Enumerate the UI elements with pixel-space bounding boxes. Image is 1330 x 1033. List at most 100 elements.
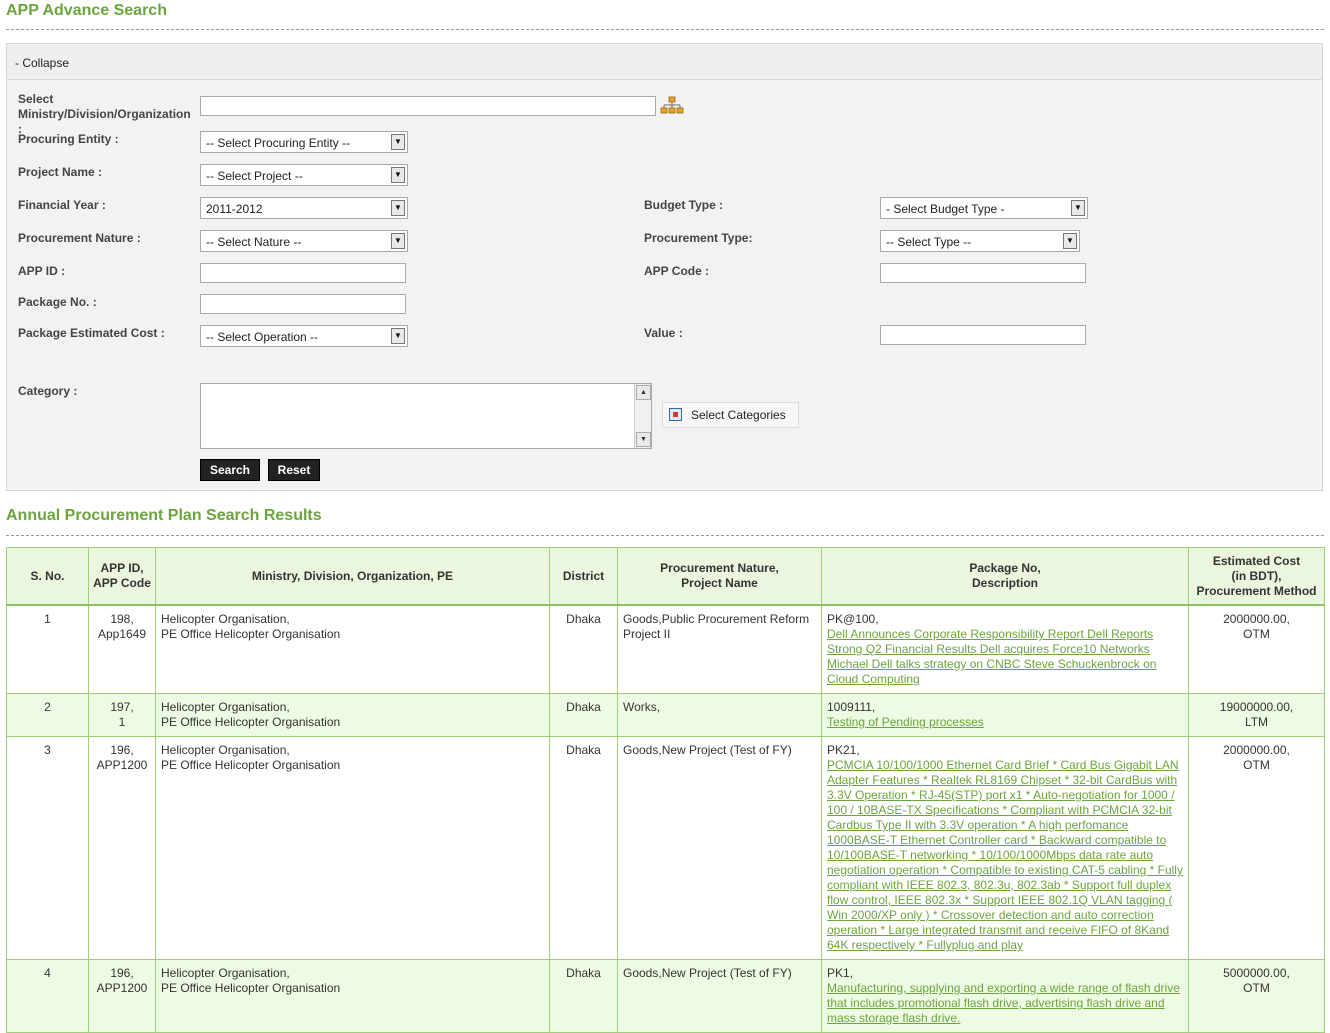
cell-package: 1009111, Testing of Pending processes [821,693,1189,737]
procurement-nature-select[interactable]: -- Select Nature -- ▼ [200,230,408,252]
organization-tree-icon[interactable] [660,96,684,116]
cell-app: 198, App1649 [88,604,156,694]
cell-org: Helicopter Organisation, PE Office Helic… [155,959,550,1033]
cell-cost: 5000000.00, OTM [1188,959,1325,1033]
package-description-link[interactable]: PCMCIA 10/100/1000 Ethernet Card Brief *… [827,758,1183,953]
ministry-input[interactable] [200,96,656,116]
reset-button[interactable]: Reset [268,459,320,481]
cell-district: Dhaka [549,693,618,737]
package-description-link[interactable]: Testing of Pending processes [827,715,1183,730]
collapse-toggle[interactable]: - Collapse [7,44,1322,80]
chevron-down-icon[interactable]: ▼ [391,167,405,183]
column-header-cost-text: Estimated Cost (in BDT), Procurement Met… [1196,553,1317,598]
procuring-entity-label: Procuring Entity : [18,132,119,146]
table-row: 3 196, APP1200 Helicopter Organisation, … [6,736,1325,960]
cell-app: 196, APP1200 [88,736,156,960]
cell-nature: Goods,Public Procurement Reform Project … [617,604,822,694]
ministry-label: Select Ministry/Division/Organization : [18,92,191,136]
cell-district: Dhaka [549,959,618,1033]
package-no: 1009111, [827,700,876,714]
package-no-input[interactable] [200,294,406,314]
procurement-type-select[interactable]: -- Select Type -- ▼ [880,230,1080,252]
budget-type-label: Budget Type : [644,198,724,212]
project-value: -- Select Project -- [206,169,303,183]
table-row: 1 198, App1649 Helicopter Organisation, … [6,604,1325,694]
package-no-label: Package No. : [18,295,97,309]
financial-year-label: Financial Year : [18,198,106,212]
column-header-district[interactable]: District [549,547,618,606]
cell-sno: 3 [6,736,89,960]
package-no: PK21, [827,743,860,757]
cell-nature: Goods,New Project (Test of FY) [617,959,822,1033]
column-header-nature[interactable]: Procurement Nature, Project Name [617,547,822,606]
cell-cost: 2000000.00, OTM [1188,604,1325,694]
table-header-row: S. No. APP ID, APP Code Ministry, Divisi… [6,547,1325,606]
cell-sno: 1 [6,604,89,694]
category-icon [669,408,682,421]
chevron-down-icon[interactable]: ▼ [391,233,405,249]
chevron-down-icon[interactable]: ▼ [391,328,405,344]
cell-district: Dhaka [549,736,618,960]
project-name-label: Project Name : [18,165,103,179]
column-header-package-text: Package No, Description [969,561,1041,590]
procuring-entity-select[interactable]: -- Select Procuring Entity -- ▼ [200,131,408,153]
package-description-link[interactable]: Manufacturing, supplying and exporting a… [827,981,1183,1026]
title-divider [6,29,1324,30]
cell-package: PK@100, Dell Announces Corporate Respons… [821,604,1189,694]
procurement-nature-value: -- Select Nature -- [206,235,302,249]
chevron-down-icon[interactable]: ▼ [1071,200,1085,216]
cell-org: Helicopter Organisation, PE Office Helic… [155,693,550,737]
column-header-nature-text: Procurement Nature, Project Name [660,561,779,590]
cell-sno: 4 [6,959,89,1033]
procurement-type-value: -- Select Type -- [886,235,972,249]
budget-type-select[interactable]: - Select Budget Type - ▼ [880,197,1088,219]
column-header-org[interactable]: Ministry, Division, Organization, PE [155,547,550,606]
cell-app: 196, APP1200 [88,959,156,1033]
category-scrollbar[interactable]: ▲ ▼ [634,384,651,448]
column-header-package[interactable]: Package No, Description [821,547,1189,606]
cell-package: PK1, Manufacturing, supplying and export… [821,959,1189,1033]
cell-sno: 2 [6,693,89,737]
chevron-down-icon[interactable]: ▼ [391,200,405,216]
financial-year-value: 2011-2012 [206,202,263,216]
budget-type-value: - Select Budget Type - [886,202,1005,216]
chevron-down-icon[interactable]: ▼ [1063,233,1077,249]
table-row: 2 197, 1 Helicopter Organisation, PE Off… [6,693,1325,737]
results-divider [6,535,1324,536]
cell-cost: 2000000.00, OTM [1188,736,1325,960]
app-id-input[interactable] [200,263,406,283]
scroll-up-icon[interactable]: ▲ [636,385,651,400]
project-select[interactable]: -- Select Project -- ▼ [200,164,408,186]
select-categories-button[interactable]: Select Categories [662,402,799,428]
chevron-down-icon[interactable]: ▼ [391,134,405,150]
package-no: PK@100, [827,612,879,626]
cell-org: Helicopter Organisation, PE Office Helic… [155,604,550,694]
cell-app: 197, 1 [88,693,156,737]
value-label: Value : [644,326,683,340]
package-cost-label: Package Estimated Cost : [18,326,165,340]
cell-org: Helicopter Organisation, PE Office Helic… [155,736,550,960]
financial-year-select[interactable]: 2011-2012 ▼ [200,197,408,219]
cell-nature: Goods,New Project (Test of FY) [617,736,822,960]
package-description-link[interactable]: Dell Announces Corporate Responsibility … [827,627,1183,687]
category-label: Category : [18,384,78,398]
scroll-down-icon[interactable]: ▼ [636,432,651,447]
column-header-cost[interactable]: Estimated Cost (in BDT), Procurement Met… [1188,547,1325,606]
column-header-app[interactable]: APP ID, APP Code [88,547,156,606]
package-cost-select[interactable]: -- Select Operation -- ▼ [200,325,408,347]
app-code-label: APP Code : [644,264,710,278]
procurement-nature-label: Procurement Nature : [18,231,141,245]
results-table: S. No. APP ID, APP Code Ministry, Divisi… [6,547,1325,1033]
value-input[interactable] [880,325,1086,345]
cell-cost: 19000000.00, LTM [1188,693,1325,737]
column-header-sno[interactable]: S. No. [6,547,89,606]
app-code-input[interactable] [880,263,1086,283]
search-panel: - Collapse Select Ministry/Division/Orga… [6,43,1323,491]
select-categories-label: Select Categories [691,408,786,422]
category-textarea[interactable]: ▲ ▼ [200,383,652,449]
package-cost-value: -- Select Operation -- [206,330,319,344]
cell-package: PK21, PCMCIA 10/100/1000 Ethernet Card B… [821,736,1189,960]
column-header-app-text: APP ID, APP Code [93,561,151,590]
search-button[interactable]: Search [200,459,260,481]
app-id-label: APP ID : [18,264,66,278]
